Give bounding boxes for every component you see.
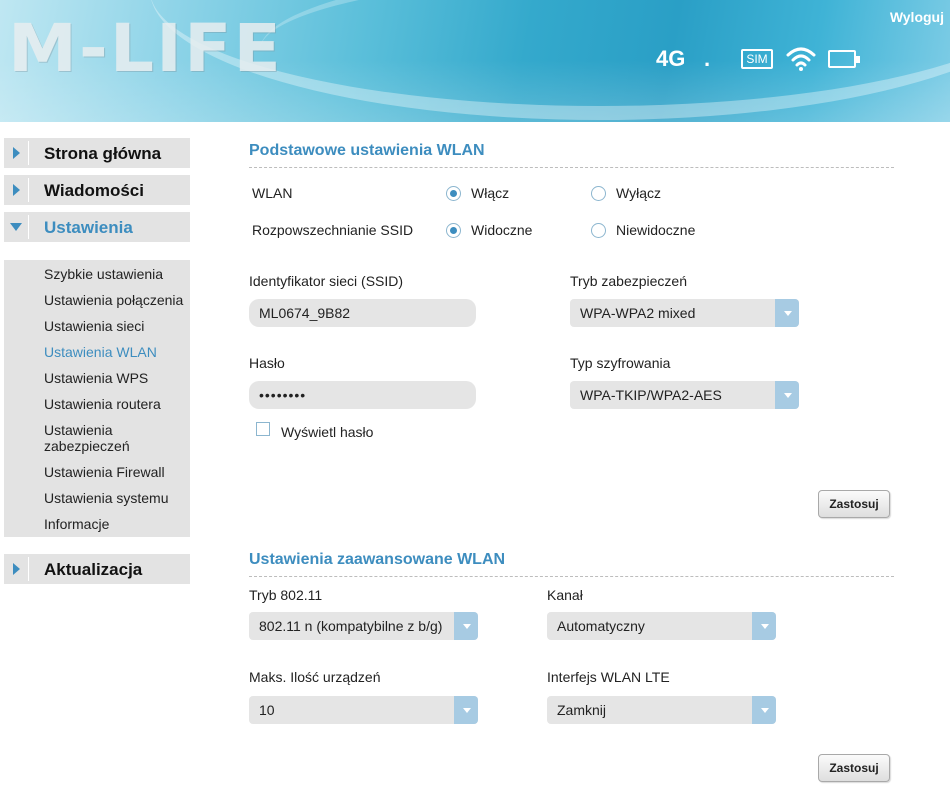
divider (249, 167, 894, 168)
chevron-down-icon[interactable] (752, 696, 776, 724)
wifi-icon (786, 47, 816, 71)
chevron-right-icon (4, 554, 28, 584)
submenu-item-wps-settings[interactable]: Ustawienia WPS (44, 370, 148, 386)
mode-80211-value: 802.11 n (kompatybilne z b/g) (259, 618, 443, 634)
header-banner: M-LIFE Wyloguj 4G . SIM (0, 0, 950, 122)
wlan-off-label: Wyłącz (616, 185, 661, 201)
show-password-label: Wyświetl hasło (281, 424, 374, 440)
max-devices-select[interactable]: 10 (249, 696, 478, 724)
logout-link[interactable]: Wyloguj (890, 9, 944, 25)
sidebar-item-label: Aktualizacja (44, 560, 143, 579)
wlan-on-label: Włącz (471, 185, 510, 201)
ssid-visible-radio[interactable] (446, 223, 461, 238)
submenu-item-connection-settings[interactable]: Ustawienia połączenia (44, 292, 183, 308)
security-mode-select[interactable]: WPA-WPA2 mixed (570, 299, 799, 327)
max-devices-value: 10 (259, 702, 275, 718)
password-label: Hasło (249, 355, 285, 371)
chevron-down-icon[interactable] (752, 612, 776, 640)
lte-interface-select[interactable]: Zamknij (547, 696, 776, 724)
apply-advanced-button[interactable]: Zastosuj (818, 754, 890, 782)
wlan-label: WLAN (252, 185, 293, 201)
chevron-down-icon[interactable] (454, 612, 478, 640)
ssid-invisible-label: Niewidoczne (616, 222, 696, 238)
ssid-input[interactable]: ML0674_9B82 (249, 299, 476, 327)
submenu-item-information[interactable]: Informacje (44, 516, 109, 532)
lte-interface-label: Interfejs WLAN LTE (547, 669, 670, 685)
submenu-item-wlan-settings[interactable]: Ustawienia WLAN (44, 344, 157, 360)
sidebar-item-home[interactable]: Strona główna (4, 138, 190, 168)
submenu-item-firewall-settings[interactable]: Ustawienia Firewall (44, 464, 165, 480)
wlan-on-radio[interactable] (446, 186, 461, 201)
encryption-type-label: Typ szyfrowania (570, 355, 671, 371)
chevron-down-icon[interactable] (454, 696, 478, 724)
advanced-settings-title: Ustawienia zaawansowane WLAN (249, 551, 506, 568)
chevron-down-icon (4, 212, 28, 242)
show-password-checkbox[interactable] (256, 422, 270, 436)
ssid-visible-label: Widoczne (471, 222, 533, 238)
channel-select[interactable]: Automatyczny (547, 612, 776, 640)
wlan-off-radio[interactable] (591, 186, 606, 201)
submenu-item-router-settings[interactable]: Ustawienia routera (44, 396, 161, 412)
submenu-item-network-settings[interactable]: Ustawienia sieci (44, 318, 144, 334)
divider (249, 576, 894, 577)
submenu-item-system-settings[interactable]: Ustawienia systemu (44, 490, 169, 506)
settings-submenu: Szybkie ustawienia Ustawienia połączenia… (4, 260, 190, 537)
lte-interface-value: Zamknij (557, 702, 607, 718)
battery-icon (828, 50, 860, 68)
encryption-type-select[interactable]: WPA-TKIP/WPA2-AES (570, 381, 799, 409)
security-mode-label: Tryb zabezpieczeń (570, 273, 687, 289)
ssid-broadcast-label: Rozpowszechnianie SSID (252, 222, 414, 238)
security-mode-value: WPA-WPA2 mixed (580, 305, 696, 321)
sidebar-item-label: Wiadomości (44, 181, 144, 200)
sidebar-item-messages[interactable]: Wiadomości (4, 175, 190, 205)
mode-80211-select[interactable]: 802.11 n (kompatybilne z b/g) (249, 612, 478, 640)
signal-indicator: . (704, 46, 711, 71)
sidebar-item-label: Ustawienia (44, 218, 133, 237)
sidebar-item-label: Strona główna (44, 144, 162, 163)
network-type-indicator: 4G (656, 46, 686, 71)
apply-basic-button[interactable]: Zastosuj (818, 490, 890, 518)
chevron-down-icon[interactable] (775, 299, 799, 327)
sidebar-item-update[interactable]: Aktualizacja (4, 554, 190, 584)
chevron-down-icon[interactable] (775, 381, 799, 409)
logo: M-LIFE (8, 10, 283, 87)
channel-value: Automatyczny (557, 618, 645, 634)
sim-icon: SIM (741, 49, 773, 69)
ssid-label: Identyfikator sieci (SSID) (249, 273, 404, 289)
ssid-invisible-radio[interactable] (591, 223, 606, 238)
encryption-type-value: WPA-TKIP/WPA2-AES (580, 387, 722, 403)
basic-settings-title: Podstawowe ustawienia WLAN (249, 142, 485, 159)
sidebar-item-settings[interactable]: Ustawienia (4, 212, 190, 242)
submenu-item-quick-settings[interactable]: Szybkie ustawienia (44, 266, 163, 282)
chevron-right-icon (4, 138, 28, 168)
mode-80211-label: Tryb 802.11 (249, 587, 323, 603)
channel-label: Kanał (547, 587, 583, 603)
chevron-right-icon (4, 175, 28, 205)
submenu-item-security-settings[interactable]: Ustawienia zabezpieczeń (44, 422, 164, 454)
password-input[interactable]: •••••••• (249, 381, 476, 409)
max-devices-label: Maks. Ilość urządzeń (249, 669, 381, 685)
